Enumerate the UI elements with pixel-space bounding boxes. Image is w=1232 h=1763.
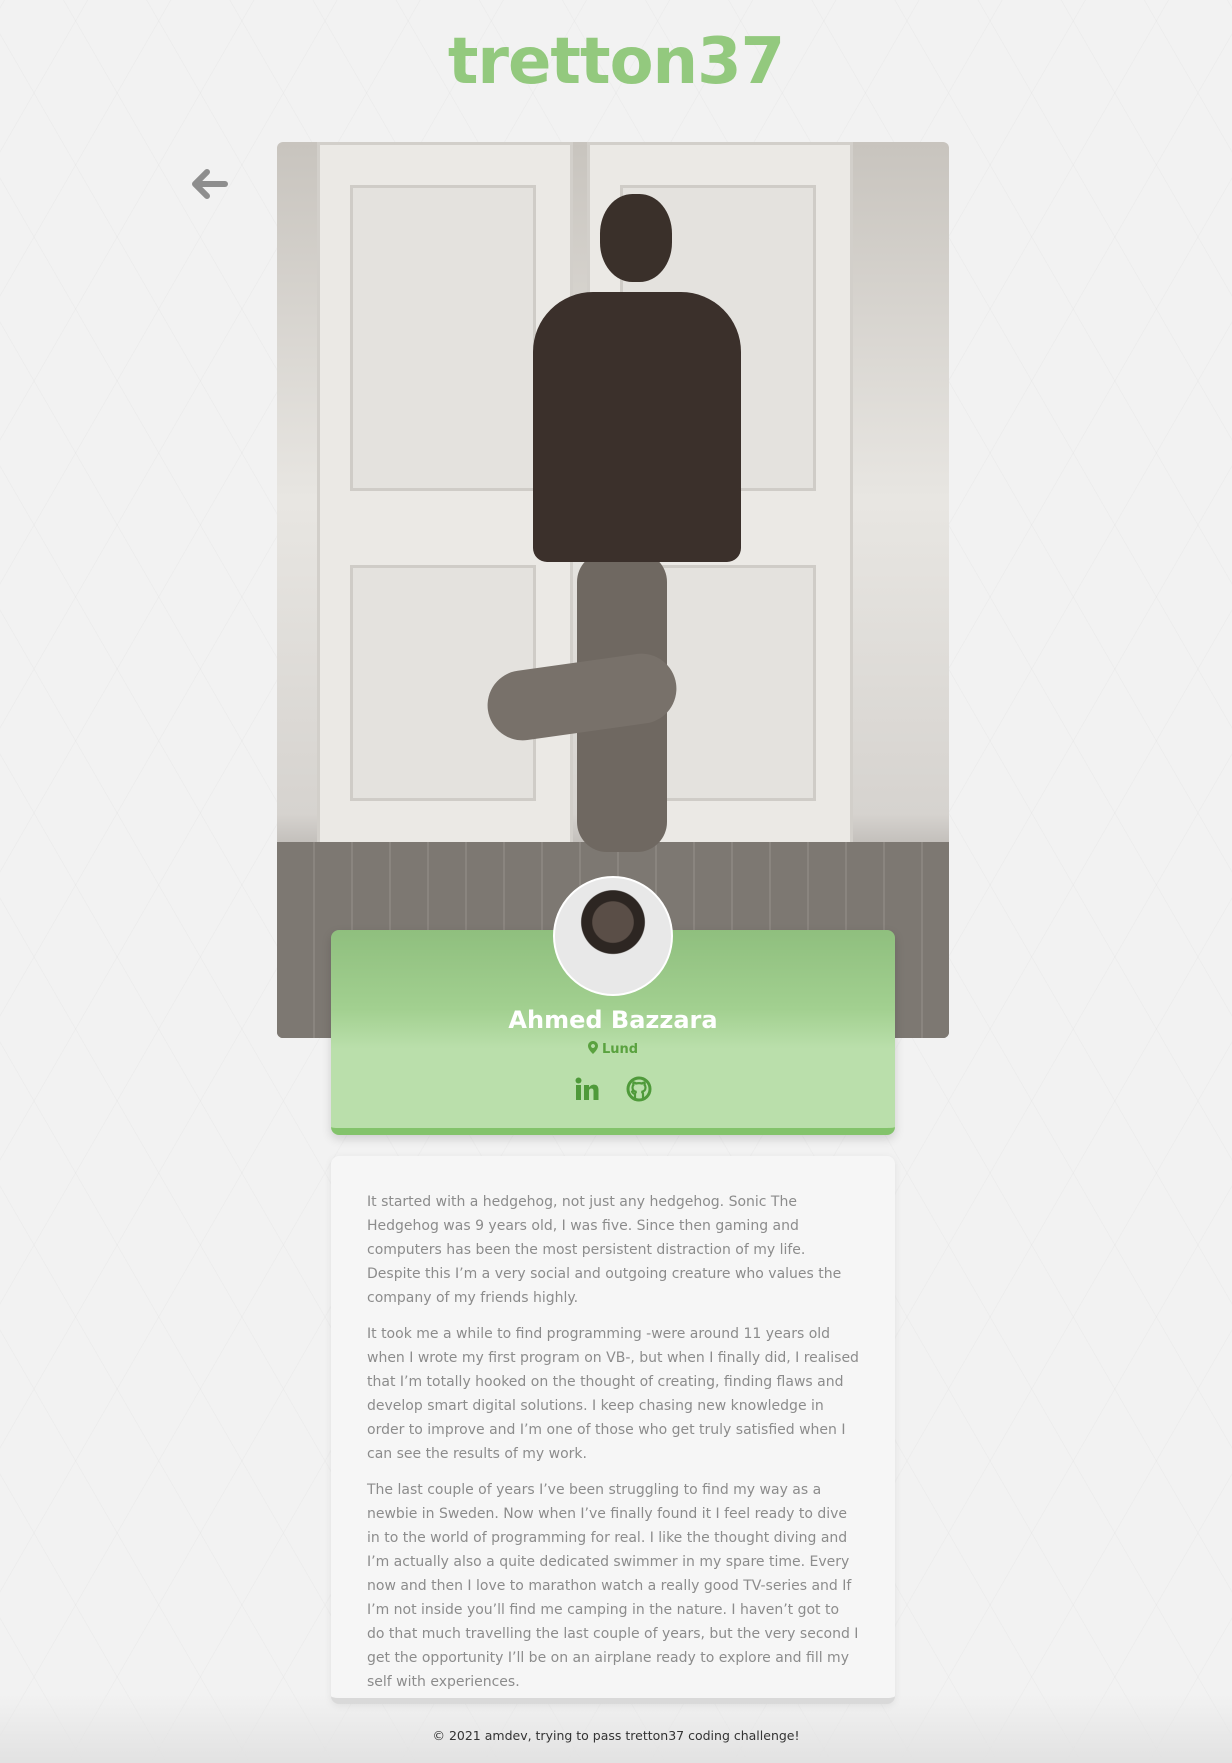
bio-paragraph-3: The last couple of years I’ve been strug…	[367, 1482, 859, 1690]
bio-card: It started with a hedgehog, not just any…	[331, 1156, 895, 1704]
back-button[interactable]	[190, 166, 230, 202]
person-head	[600, 194, 672, 282]
bio-paragraph-2: It took me a while to find programming -…	[367, 1326, 859, 1462]
profile-location: Lund	[331, 1040, 895, 1060]
bio-paragraph-1: It started with a hedgehog, not just any…	[367, 1194, 842, 1306]
profile-name: Ahmed Bazzara	[508, 1006, 718, 1034]
arrow-left-icon	[192, 169, 228, 199]
social-links	[331, 1076, 895, 1102]
avatar	[553, 876, 673, 996]
footer-text: © 2021 amdev, trying to pass tretton37 c…	[432, 1728, 800, 1743]
linkedin-link[interactable]	[574, 1076, 600, 1102]
tretton37-logo[interactable]: tretton37	[0, 26, 1232, 98]
person-torso	[533, 292, 741, 562]
github-icon	[626, 1076, 652, 1102]
map-pin-icon	[587, 1041, 598, 1054]
github-link[interactable]	[626, 1076, 652, 1102]
location-label: Lund	[601, 1042, 639, 1057]
linkedin-icon	[575, 1077, 599, 1100]
